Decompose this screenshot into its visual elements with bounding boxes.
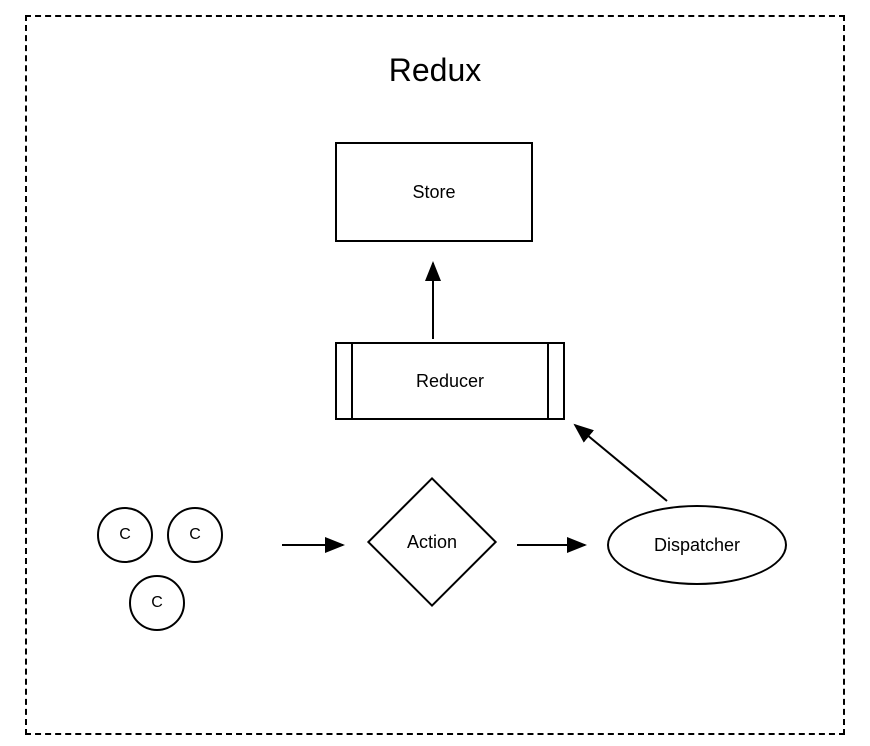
component-circle-1: C	[97, 507, 153, 563]
dispatcher-label: Dispatcher	[654, 535, 740, 556]
component-label-1: C	[119, 526, 131, 544]
component-circle-3: C	[129, 575, 185, 631]
component-label-3: C	[151, 594, 163, 612]
reducer-box: Reducer	[335, 342, 565, 420]
diagram-title: Redux	[389, 52, 482, 89]
action-label: Action	[407, 532, 457, 553]
store-box: Store	[335, 142, 533, 242]
component-circle-2: C	[167, 507, 223, 563]
dispatcher-ellipse: Dispatcher	[607, 505, 787, 585]
component-label-2: C	[189, 526, 201, 544]
action-diamond: Action	[367, 477, 497, 607]
redux-diagram-container: Redux Store Reducer C C C Action Dispatc…	[25, 15, 845, 735]
store-label: Store	[412, 182, 455, 203]
arrow-dispatcher-to-reducer	[575, 425, 667, 501]
reducer-label: Reducer	[416, 371, 484, 392]
